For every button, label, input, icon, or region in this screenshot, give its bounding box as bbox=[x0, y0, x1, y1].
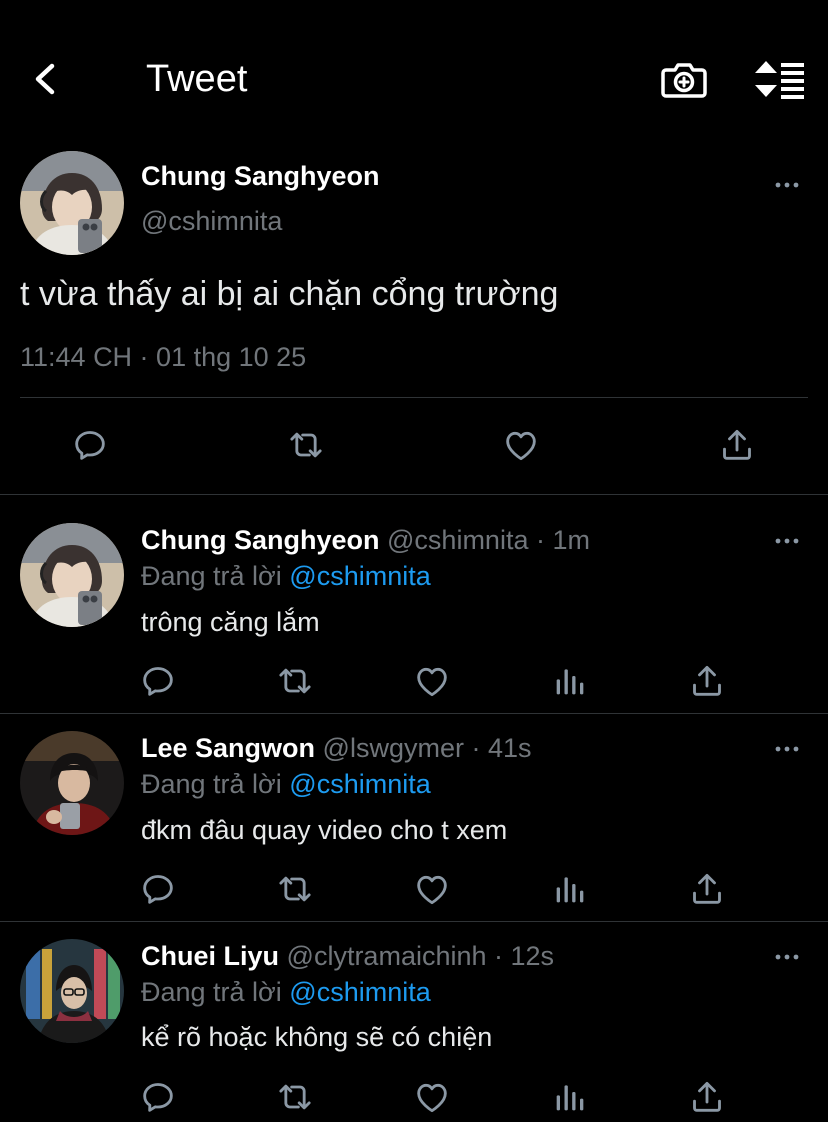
sort-icon bbox=[755, 61, 804, 99]
retweet-icon bbox=[275, 1077, 315, 1117]
retweet-icon bbox=[275, 661, 315, 701]
reply-header: Chuei Liyu @clytramaichinh · 12s bbox=[141, 940, 554, 972]
share-icon bbox=[687, 869, 727, 909]
camera-plus-icon bbox=[661, 63, 707, 98]
share-button[interactable] bbox=[687, 661, 727, 701]
replying-prefix: Đang trả lời bbox=[141, 769, 282, 799]
retweet-button[interactable] bbox=[275, 661, 315, 701]
back-button[interactable] bbox=[26, 56, 66, 102]
like-button[interactable] bbox=[501, 425, 541, 465]
tweet-timestamp[interactable]: 11:44 CH · 01 thg 10 25 bbox=[20, 340, 306, 374]
camera-button[interactable] bbox=[660, 56, 708, 102]
retweet-icon bbox=[275, 869, 315, 909]
page-title: Tweet bbox=[146, 58, 248, 100]
reply-icon bbox=[70, 425, 110, 465]
share-button[interactable] bbox=[687, 869, 727, 909]
reply-time: · 1m bbox=[535, 525, 590, 555]
more-options-button[interactable] bbox=[772, 947, 802, 967]
reply-button[interactable] bbox=[138, 1077, 178, 1117]
like-icon bbox=[412, 1077, 452, 1117]
views-button[interactable] bbox=[550, 661, 590, 701]
reply-time: · 12s bbox=[494, 941, 555, 971]
mention-link[interactable]: @cshimnita bbox=[289, 769, 430, 799]
reply-button[interactable] bbox=[70, 425, 110, 465]
divider bbox=[0, 494, 828, 495]
retweet-button[interactable] bbox=[275, 1077, 315, 1117]
views-icon bbox=[550, 1077, 590, 1117]
share-icon bbox=[717, 425, 757, 465]
author-handle[interactable]: @clytramaichinh bbox=[287, 941, 487, 971]
like-button[interactable] bbox=[412, 661, 452, 701]
views-button[interactable] bbox=[550, 869, 590, 909]
views-button[interactable] bbox=[550, 1077, 590, 1117]
author-handle[interactable]: @lswgymer bbox=[323, 733, 464, 763]
reply-text: đkm đâu quay video cho t xem bbox=[141, 815, 508, 845]
mention-link[interactable]: @cshimnita bbox=[289, 977, 430, 1007]
divider bbox=[0, 713, 828, 714]
reply-header: Chung Sanghyeon @cshimnita · 1m bbox=[141, 524, 590, 556]
author-name[interactable]: Chung Sanghyeon bbox=[141, 160, 380, 192]
tweet-text: t vừa thấy ai bị ai chặn cổng trường bbox=[20, 275, 559, 313]
chevron-left-icon bbox=[35, 63, 55, 95]
replying-prefix: Đang trả lời bbox=[141, 561, 282, 591]
more-icon bbox=[772, 739, 802, 759]
author-handle[interactable]: @cshimnita bbox=[141, 205, 282, 237]
replying-to: Đang trả lời @cshimnita bbox=[141, 560, 431, 592]
reply-button[interactable] bbox=[138, 869, 178, 909]
views-icon bbox=[550, 661, 590, 701]
author-name[interactable]: Lee Sangwon bbox=[141, 733, 315, 763]
more-options-button[interactable] bbox=[772, 739, 802, 759]
like-icon bbox=[412, 869, 452, 909]
like-icon bbox=[412, 661, 452, 701]
reply-icon bbox=[138, 661, 178, 701]
mention-link[interactable]: @cshimnita bbox=[289, 561, 430, 591]
reply-button[interactable] bbox=[138, 661, 178, 701]
avatar[interactable] bbox=[20, 523, 124, 627]
reply-time: · 41s bbox=[471, 733, 532, 763]
share-button[interactable] bbox=[717, 425, 757, 465]
avatar[interactable] bbox=[20, 939, 124, 1043]
author-name[interactable]: Chuei Liyu bbox=[141, 941, 279, 971]
like-button[interactable] bbox=[412, 1077, 452, 1117]
reply-icon bbox=[138, 869, 178, 909]
share-icon bbox=[687, 1077, 727, 1117]
retweet-icon bbox=[286, 425, 326, 465]
reply-icon bbox=[138, 1077, 178, 1117]
divider bbox=[0, 921, 828, 922]
reply-text: trông căng lắm bbox=[141, 607, 320, 637]
avatar[interactable] bbox=[20, 151, 124, 255]
more-options-button[interactable] bbox=[772, 175, 802, 195]
share-icon bbox=[687, 661, 727, 701]
share-button[interactable] bbox=[687, 1077, 727, 1117]
author-name[interactable]: Chung Sanghyeon bbox=[141, 525, 380, 555]
divider bbox=[20, 397, 808, 398]
views-icon bbox=[550, 869, 590, 909]
more-icon bbox=[772, 947, 802, 967]
avatar[interactable] bbox=[20, 731, 124, 835]
reply-header: Lee Sangwon @lswgymer · 41s bbox=[141, 732, 532, 764]
retweet-button[interactable] bbox=[286, 425, 326, 465]
more-icon bbox=[772, 531, 802, 551]
like-button[interactable] bbox=[412, 869, 452, 909]
replying-to: Đang trả lời @cshimnita bbox=[141, 976, 431, 1008]
more-options-button[interactable] bbox=[772, 531, 802, 551]
retweet-button[interactable] bbox=[275, 869, 315, 909]
replying-prefix: Đang trả lời bbox=[141, 977, 282, 1007]
sort-button[interactable] bbox=[752, 56, 808, 102]
reply-text: kể rõ hoặc không sẽ có chiện bbox=[141, 1022, 493, 1052]
author-handle[interactable]: @cshimnita bbox=[387, 525, 528, 555]
replying-to: Đang trả lời @cshimnita bbox=[141, 768, 431, 800]
more-icon bbox=[772, 175, 802, 195]
like-icon bbox=[501, 425, 541, 465]
